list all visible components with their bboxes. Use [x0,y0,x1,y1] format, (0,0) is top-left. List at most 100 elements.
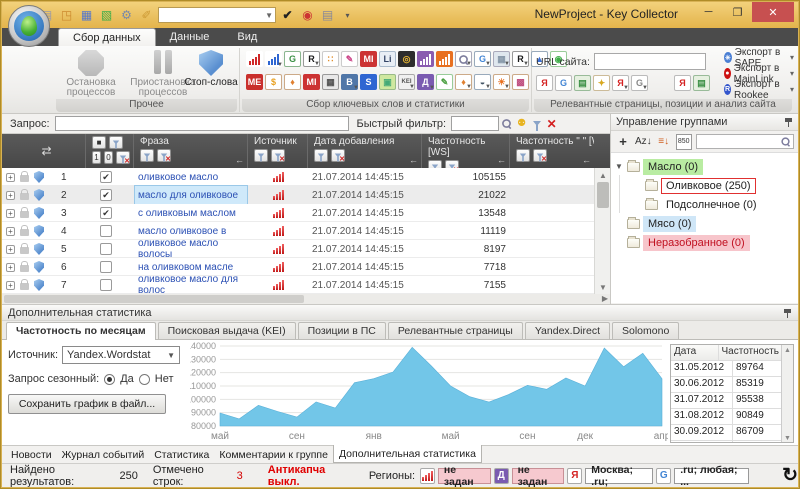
ribbon-tab-Вид[interactable]: Вид [223,28,271,46]
add-group-button[interactable]: + [615,134,631,150]
minimize-button[interactable]: ─ [694,2,723,22]
check-icon[interactable]: ✔ [279,7,296,24]
close-button[interactable]: ✕ [752,2,794,22]
stats-tab-3[interactable]: Позиции в ПС [298,322,386,339]
table-row[interactable]: +4масло оливковое в21.07.2014 14:45:1511… [2,222,594,240]
wand-icon[interactable]: ✐ [138,7,155,24]
pin-icon[interactable] [784,117,793,127]
dock-arrow-icon[interactable]: ← [497,155,506,165]
quick-filter-input[interactable] [451,116,499,131]
collect-2-icon[interactable]: ▼ [265,51,282,67]
collect-7-icon[interactable]: MI [360,51,377,67]
row-checkbox[interactable] [100,279,112,291]
collect-12-icon[interactable]: ▼ [455,51,472,67]
collect2-9-icon[interactable]: KEI▼ [398,74,415,90]
tree-item[interactable]: Неразобранное (0) [615,233,798,252]
collect-10-icon[interactable] [417,51,434,67]
row-checkbox[interactable]: ✔ [100,189,112,201]
collect2-2-icon[interactable]: $ [265,74,282,90]
stats-tab-6[interactable]: Solomono [612,322,679,339]
query-input[interactable] [55,116,349,131]
site-5-icon[interactable]: Я▼ [612,75,629,91]
stop-processes-button[interactable]: Остановка процессов [54,50,128,98]
region-badge[interactable]: не задан [512,468,565,484]
phrase-cell[interactable]: оливковое масло [135,168,247,186]
tree-item[interactable]: Мясо (0) [615,214,798,233]
collect2-12-icon[interactable]: ♦▼ [455,74,472,90]
collect-15-icon[interactable]: R▼ [512,51,529,67]
collect2-13-icon[interactable]: ◒▼ [474,74,491,90]
row-checkbox[interactable] [100,261,112,273]
table-row[interactable]: +7оливковое масло для волос21.07.2014 14… [2,276,594,294]
source-select[interactable]: Yandex.Wordstat▼ [62,346,180,364]
quick-search-combobox[interactable]: ▼ [158,7,276,23]
report-icon[interactable]: ▤ [319,7,336,24]
site-3-icon[interactable]: ▤ [574,75,591,91]
grid-header-ws[interactable]: Частотность [WS] ✕ ← [422,134,510,168]
tree-expand-icon[interactable]: ▼ [615,162,624,171]
ribbon-tab-Сбор данных[interactable]: Сбор данных [58,28,156,46]
grid-header-source[interactable]: Источник ✕ [248,134,308,168]
site2-2-icon[interactable]: ▤ [693,75,710,91]
collect-3-icon[interactable]: G [284,51,301,67]
grid-horizontal-scrollbar[interactable]: ▶ [2,294,610,304]
counters-button[interactable]: 850 [676,134,692,150]
table-row[interactable]: +3✔с оливковым маслом21.07.2014 14:45:15… [2,204,594,222]
tree-item[interactable]: Оливковое (250) [615,176,798,195]
collect2-1-icon[interactable]: ME [246,74,263,90]
sort-color-button[interactable]: ≡↓ [656,134,672,150]
filter-funnel-icon[interactable] [529,116,544,131]
export-link-3[interactable]: RЭкспорт в Rookee▾ [724,82,794,97]
collect-11-icon[interactable] [436,51,453,67]
row-checkbox[interactable] [100,243,112,255]
settings-gear-icon[interactable]: ⚙ [118,7,135,24]
scroll-down-icon[interactable]: ▼ [784,435,791,442]
collect-5-icon[interactable]: ∷ [322,51,339,67]
collect2-5-icon[interactable]: ▦ [322,74,339,90]
collect2-3-icon[interactable]: ♦ [284,74,301,90]
collect-1-icon[interactable] [246,51,263,67]
dock-arrow-icon[interactable]: ← [235,155,244,165]
region-1-icon[interactable] [420,468,435,484]
scroll-down-icon[interactable]: ▼ [595,280,611,294]
collect-4-icon[interactable]: R▼ [303,51,320,67]
refresh-icon[interactable]: ↻ [782,464,798,487]
bottom-tab-1[interactable]: Новости [6,447,57,463]
bottom-tab-5[interactable]: Дополнительная статистика [333,445,482,463]
site2-1-icon[interactable]: Я [674,75,691,91]
collect2-11-icon[interactable]: ✎ [436,74,453,90]
seasonal-no-radio[interactable] [139,374,150,385]
scroll-thumb[interactable] [597,182,609,208]
maximize-button[interactable]: ❐ [723,2,752,22]
region-badge[interactable]: не задан [438,468,491,484]
stopwords-button[interactable]: Стоп-слова [182,50,240,98]
expand-icon[interactable]: + [6,191,15,200]
stats-tab-4[interactable]: Релевантные страницы [388,322,523,339]
filter-hint-bulb-icon[interactable]: ⚉ [514,116,529,131]
collect-8-icon[interactable]: Li [379,51,396,67]
collect2-8-icon[interactable]: ▣ [379,74,396,90]
row-checkbox[interactable]: ✔ [100,171,112,183]
phrase-cell[interactable]: оливковое масло для волос [135,276,247,294]
save-project-icon[interactable]: ▦ [78,7,95,24]
site-4-icon[interactable]: ✦ [593,75,610,91]
scroll-up-icon[interactable]: ▲ [595,168,611,182]
site-6-icon[interactable]: G▼ [631,75,648,91]
collect2-4-icon[interactable]: MI [303,74,320,90]
export-icon[interactable]: ▧ [98,7,115,24]
grid-header-checkbox[interactable]: ■ 10✕ [86,134,134,168]
stats-tab-5[interactable]: Yandex.Direct [525,322,610,339]
sort-az-button[interactable]: Аz↓ [635,134,652,150]
table-row[interactable]: +1✔оливковое масло21.07.2014 14:45:15105… [2,168,594,186]
ribbon-tab-Данные[interactable]: Данные [156,28,224,46]
dock-arrow-icon[interactable]: ← [582,155,591,165]
expand-icon[interactable]: + [6,263,15,272]
region-2-icon[interactable]: Д [494,468,509,484]
tree-item[interactable]: Подсолнечное (0) [615,195,798,214]
collect-13-icon[interactable]: G▼ [474,51,491,67]
grid-header-tools[interactable]: ⇄ [2,134,86,168]
pin-icon[interactable] [783,308,792,318]
bottom-tab-3[interactable]: Статистика [149,447,214,463]
site-2-icon[interactable]: G [555,75,572,91]
table-row[interactable]: +6на оливковом масле21.07.2014 14:45:157… [2,258,594,276]
